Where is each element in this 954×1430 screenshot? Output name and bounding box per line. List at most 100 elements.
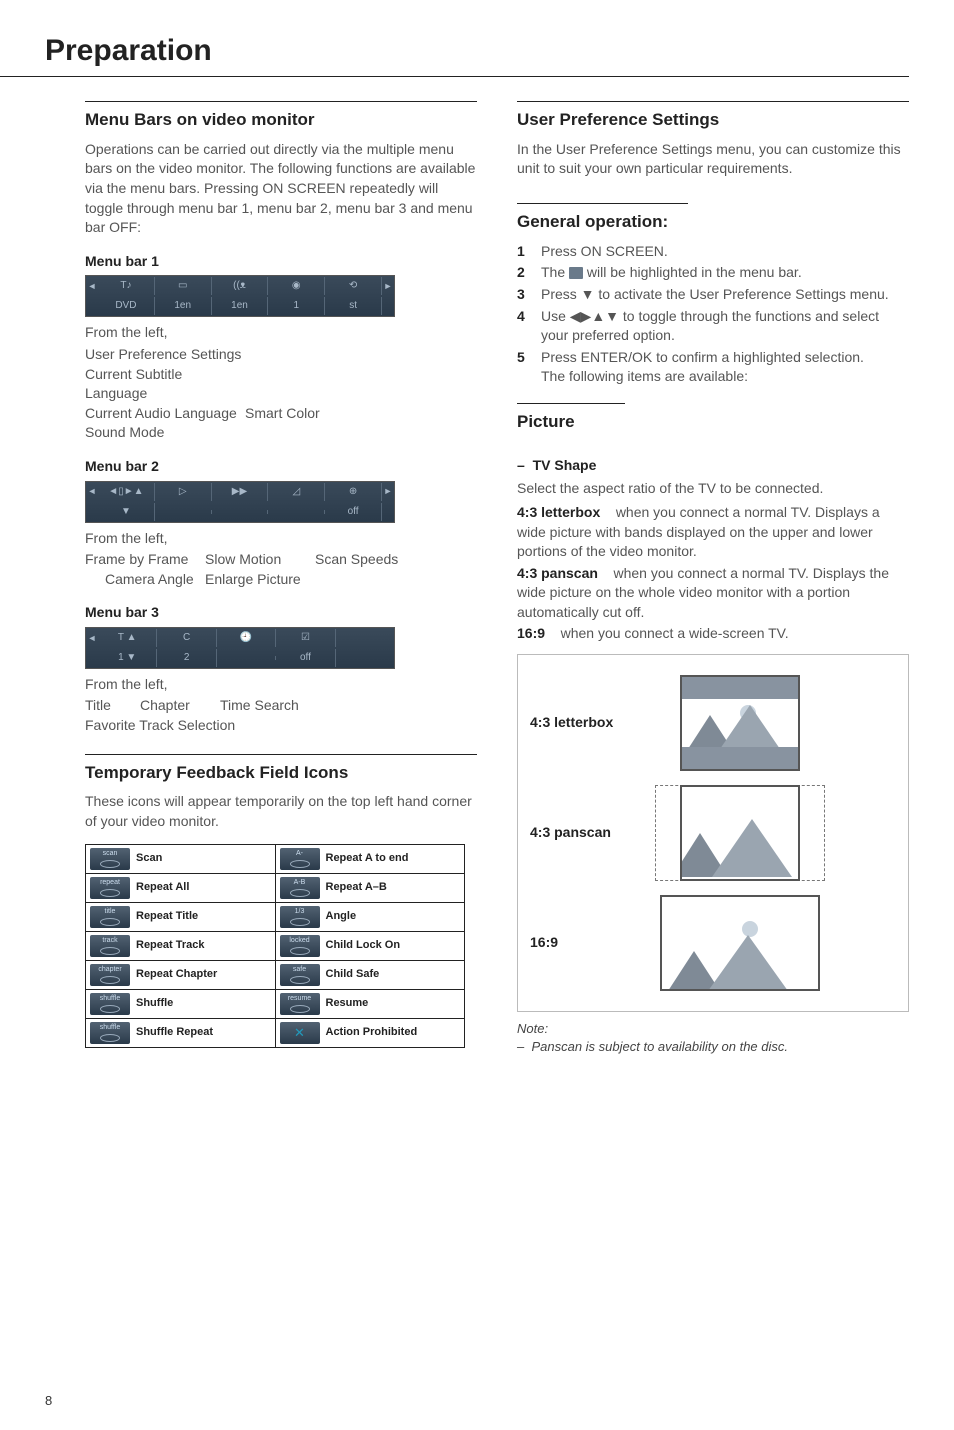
menu-bar-2-title: Menu bar 2 [85,457,477,477]
mb3-cell [336,636,394,640]
feedback-label: Repeat All [136,880,189,895]
menu-bars-heading: Menu Bars on video monitor [85,101,477,132]
temp-feedback-heading: Temporary Feedback Field Icons [85,754,477,785]
mb3-cell: T ▲ [98,629,157,647]
feedback-icon: shuffle [90,1022,130,1044]
user-pref-intro: In the User Preference Settings menu, yo… [517,140,909,179]
feedback-icon: locked [280,935,320,957]
mb2-cell: ◿ [268,483,325,501]
note: Note: – Panscan is subject to availabili… [517,1020,909,1056]
step-text: Press ON SCREEN. [541,242,668,262]
mb3-definitions: Title Chapter Time Search Favorite Track… [85,696,477,735]
note-text: Panscan is subject to availability on th… [531,1039,788,1054]
mb2-cell [155,510,212,514]
general-op-heading: General operation: [517,203,688,234]
mb2-cell [212,510,269,514]
left-column: Menu Bars on video monitor Operations ca… [85,87,477,1056]
feedback-row: shuffleShuffleresumeResume [86,989,464,1018]
feedback-row: shuffleShuffle RepeatAction Prohibited [86,1018,464,1047]
feedback-row: scan Scan A- Repeat A to end [86,845,464,873]
feedback-label: Repeat Track [136,938,204,953]
def-term: Camera Angle [85,570,205,590]
menu-bars-intro: Operations can be carried out directly v… [85,140,477,238]
mb2-cell: ⊕ [325,483,382,501]
tv-shape-heading: – TV Shape [517,456,909,476]
mb1-definitions: User Preference Settings Current Subtitl… [85,345,477,443]
mb2-cell: ▼ [98,503,155,521]
tv-setup-icon [569,267,583,279]
mb2-cell: ◄▯►▲ [98,483,155,501]
feedback-row: repeatRepeat AllA-BRepeat A–B [86,873,464,902]
mb3-from-left: From the left, [85,675,477,695]
step-text: Use ◀▶▲▼ to toggle through the functions… [541,307,909,346]
def-term: Current Audio Language [85,404,245,424]
mb1-cell: DVD [98,297,155,315]
feedback-icon: A- [280,848,320,870]
mb1-cell: ▭ [155,277,212,295]
feedback-label: Scan [136,851,162,866]
mb3-cell [336,656,394,660]
diagram-letterbox [660,673,820,773]
feedback-icon: resume [280,993,320,1015]
feedback-icon: title [90,906,130,928]
mb1-cell: st [325,297,382,315]
left-arrow-icon: ◄ [86,632,98,645]
picture-heading: Picture [517,403,625,434]
temp-feedback-intro: These icons will appear temporarily on t… [85,792,477,831]
menu-bar-3-graphic: ◄ T ▲ C 🕘 ☑ 1 ▼ 2 off [85,627,395,669]
step-text: Press ENTER/OK to confirm a highlighted … [541,348,864,387]
feedback-icon: A-B [280,877,320,899]
mb3-cell: 1 ▼ [98,649,157,667]
feedback-icons-table: scanScanA-Repeat A to endrepeatRepeat Al… [85,844,465,1048]
feedback-row: trackRepeat TracklockedChild Lock On [86,931,464,960]
feedback-icon: chapter [90,964,130,986]
diagram-169 [660,893,820,993]
menu-bar-2-graphic: ◄ ◄▯►▲ ▷ ▶▶ ◿ ⊕ ► ▼ off [85,481,395,523]
mb1-cell: ⟲ [325,277,382,295]
opt-panscan: 4:3 panscan when you connect a normal TV… [517,564,909,623]
tv-shape-diagrams: 4:3 letterbox 4:3 panscan [517,654,909,1012]
feedback-icon [280,1022,320,1044]
def-term: Frame by Frame [85,550,205,570]
right-arrow-icon: ► [382,485,394,498]
mb3-cell [217,656,276,660]
mb2-definitions: Frame by Frame Slow Motion Scan Speeds C… [85,550,477,589]
page-number: 8 [45,1392,52,1410]
mb2-cell: ▶▶ [212,483,269,501]
mb1-cell: 1 [268,297,325,315]
feedback-label: Repeat Chapter [136,967,217,982]
diagram-panscan [660,783,820,883]
mb3-cell: C [157,629,216,647]
diagram-label-169: 16:9 [530,933,630,953]
def-term: Time Search [220,696,299,716]
feedback-label: Child Safe [326,967,380,982]
opt-letterbox: 4:3 letterbox when you connect a normal … [517,503,909,562]
def-term: Slow Motion [205,550,315,570]
mb1-cell: ((ᴥ [212,277,269,295]
feedback-row: chapterRepeat ChaptersafeChild Safe [86,960,464,989]
def-term: Favorite Track Selection [85,716,245,736]
feedback-label: Shuffle Repeat [136,1025,213,1040]
diagram-label-letterbox: 4:3 letterbox [530,713,630,733]
user-pref-heading: User Preference Settings [517,101,909,132]
feedback-label: Repeat A to end [326,851,409,866]
feedback-label: Child Lock On [326,938,401,953]
tv-shape-intro: Select the aspect ratio of the TV to be … [517,479,909,499]
def-term: User Preference Settings [85,345,245,365]
feedback-label: Shuffle [136,996,173,1011]
note-label: Note: [517,1020,909,1038]
step-text: Press ▼ to activate the User Preference … [541,285,889,305]
page-title: Preparation [0,0,909,77]
menu-bar-1-graphic: ◄ T♪ ▭ ((ᴥ ◉ ⟲ ► DVD 1en 1en 1 st [85,275,395,317]
diagram-label-panscan: 4:3 panscan [530,823,630,843]
mb2-from-left: From the left, [85,529,477,549]
feedback-icon: scan [90,848,130,870]
mb1-cell: ◉ [268,277,325,295]
mb1-cell: 1en [212,297,269,315]
steps-list: 1Press ON SCREEN. 2The will be highlight… [517,242,909,387]
mb3-cell: ☑ [276,629,335,647]
mb2-cell [268,510,325,514]
mb3-cell: 🕘 [217,629,276,647]
opt-169: 16:9 when you connect a wide-screen TV. [517,624,909,644]
mb3-cell: 2 [157,649,216,667]
